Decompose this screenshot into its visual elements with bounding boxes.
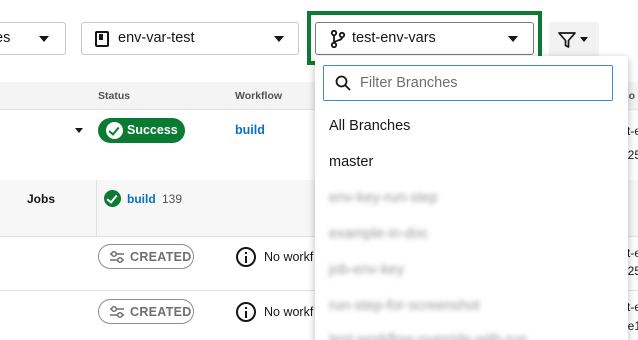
job-link[interactable]: build <box>127 192 156 206</box>
column-header-workflow: Workflow <box>235 90 283 102</box>
branch-search-field[interactable] <box>323 65 613 101</box>
created-status-icon <box>110 305 124 319</box>
no-workflow-message: No workf <box>264 250 314 264</box>
no-workflow-message: No workf <box>264 305 314 319</box>
branch-option[interactable]: example-in-doc <box>329 226 428 242</box>
chevron-down-icon <box>39 36 49 42</box>
status-badge-success[interactable]: Success <box>98 118 185 143</box>
organization-select[interactable]: es <box>0 22 66 55</box>
jobs-divider <box>96 180 97 236</box>
status-badge-created[interactable]: CREATED <box>98 244 194 269</box>
branch-select-value: test-env-vars <box>352 30 436 46</box>
branch-option-master[interactable]: master <box>329 154 373 170</box>
project-icon <box>95 31 109 47</box>
chevron-down-icon <box>580 37 588 42</box>
project-select-value: env-var-test <box>118 30 195 46</box>
funnel-icon <box>558 32 576 48</box>
job-number: 139 <box>162 192 183 206</box>
status-badge-created[interactable]: CREATED <box>98 299 194 324</box>
column-header-status: Status <box>98 90 131 102</box>
chevron-down-icon <box>274 36 284 42</box>
workflow-link[interactable]: build <box>235 123 265 137</box>
branch-option[interactable]: run-step-for-screenshot <box>329 298 480 314</box>
branch-option[interactable]: test-workflow-override-with-run <box>329 332 527 340</box>
status-badge-label: Success <box>127 123 178 137</box>
status-badge-label: CREATED <box>130 305 192 319</box>
branch-select[interactable]: test-env-vars <box>315 22 534 55</box>
info-icon <box>236 302 256 322</box>
project-select[interactable]: env-var-test <box>81 22 299 55</box>
branch-search-input[interactable] <box>360 73 605 93</box>
info-icon <box>236 247 256 267</box>
jobs-label: Jobs <box>27 192 56 206</box>
search-icon <box>335 75 351 91</box>
branch-option[interactable]: job-env-key <box>329 262 404 278</box>
expand-caret-icon[interactable] <box>75 128 83 133</box>
branch-option-all[interactable]: All Branches <box>329 118 410 134</box>
branch-dropdown-menu: All Branches master env-key-run-step exa… <box>315 56 628 340</box>
git-branch-icon <box>330 30 346 48</box>
created-status-icon <box>110 250 124 264</box>
job-success-icon <box>104 190 121 207</box>
status-badge-label: CREATED <box>130 250 192 264</box>
filter-button[interactable] <box>549 22 599 57</box>
organization-select-value: es <box>0 30 11 46</box>
chevron-down-icon <box>508 36 518 42</box>
branch-option[interactable]: env-key-run-step <box>329 190 438 206</box>
check-circle-icon <box>106 122 123 139</box>
